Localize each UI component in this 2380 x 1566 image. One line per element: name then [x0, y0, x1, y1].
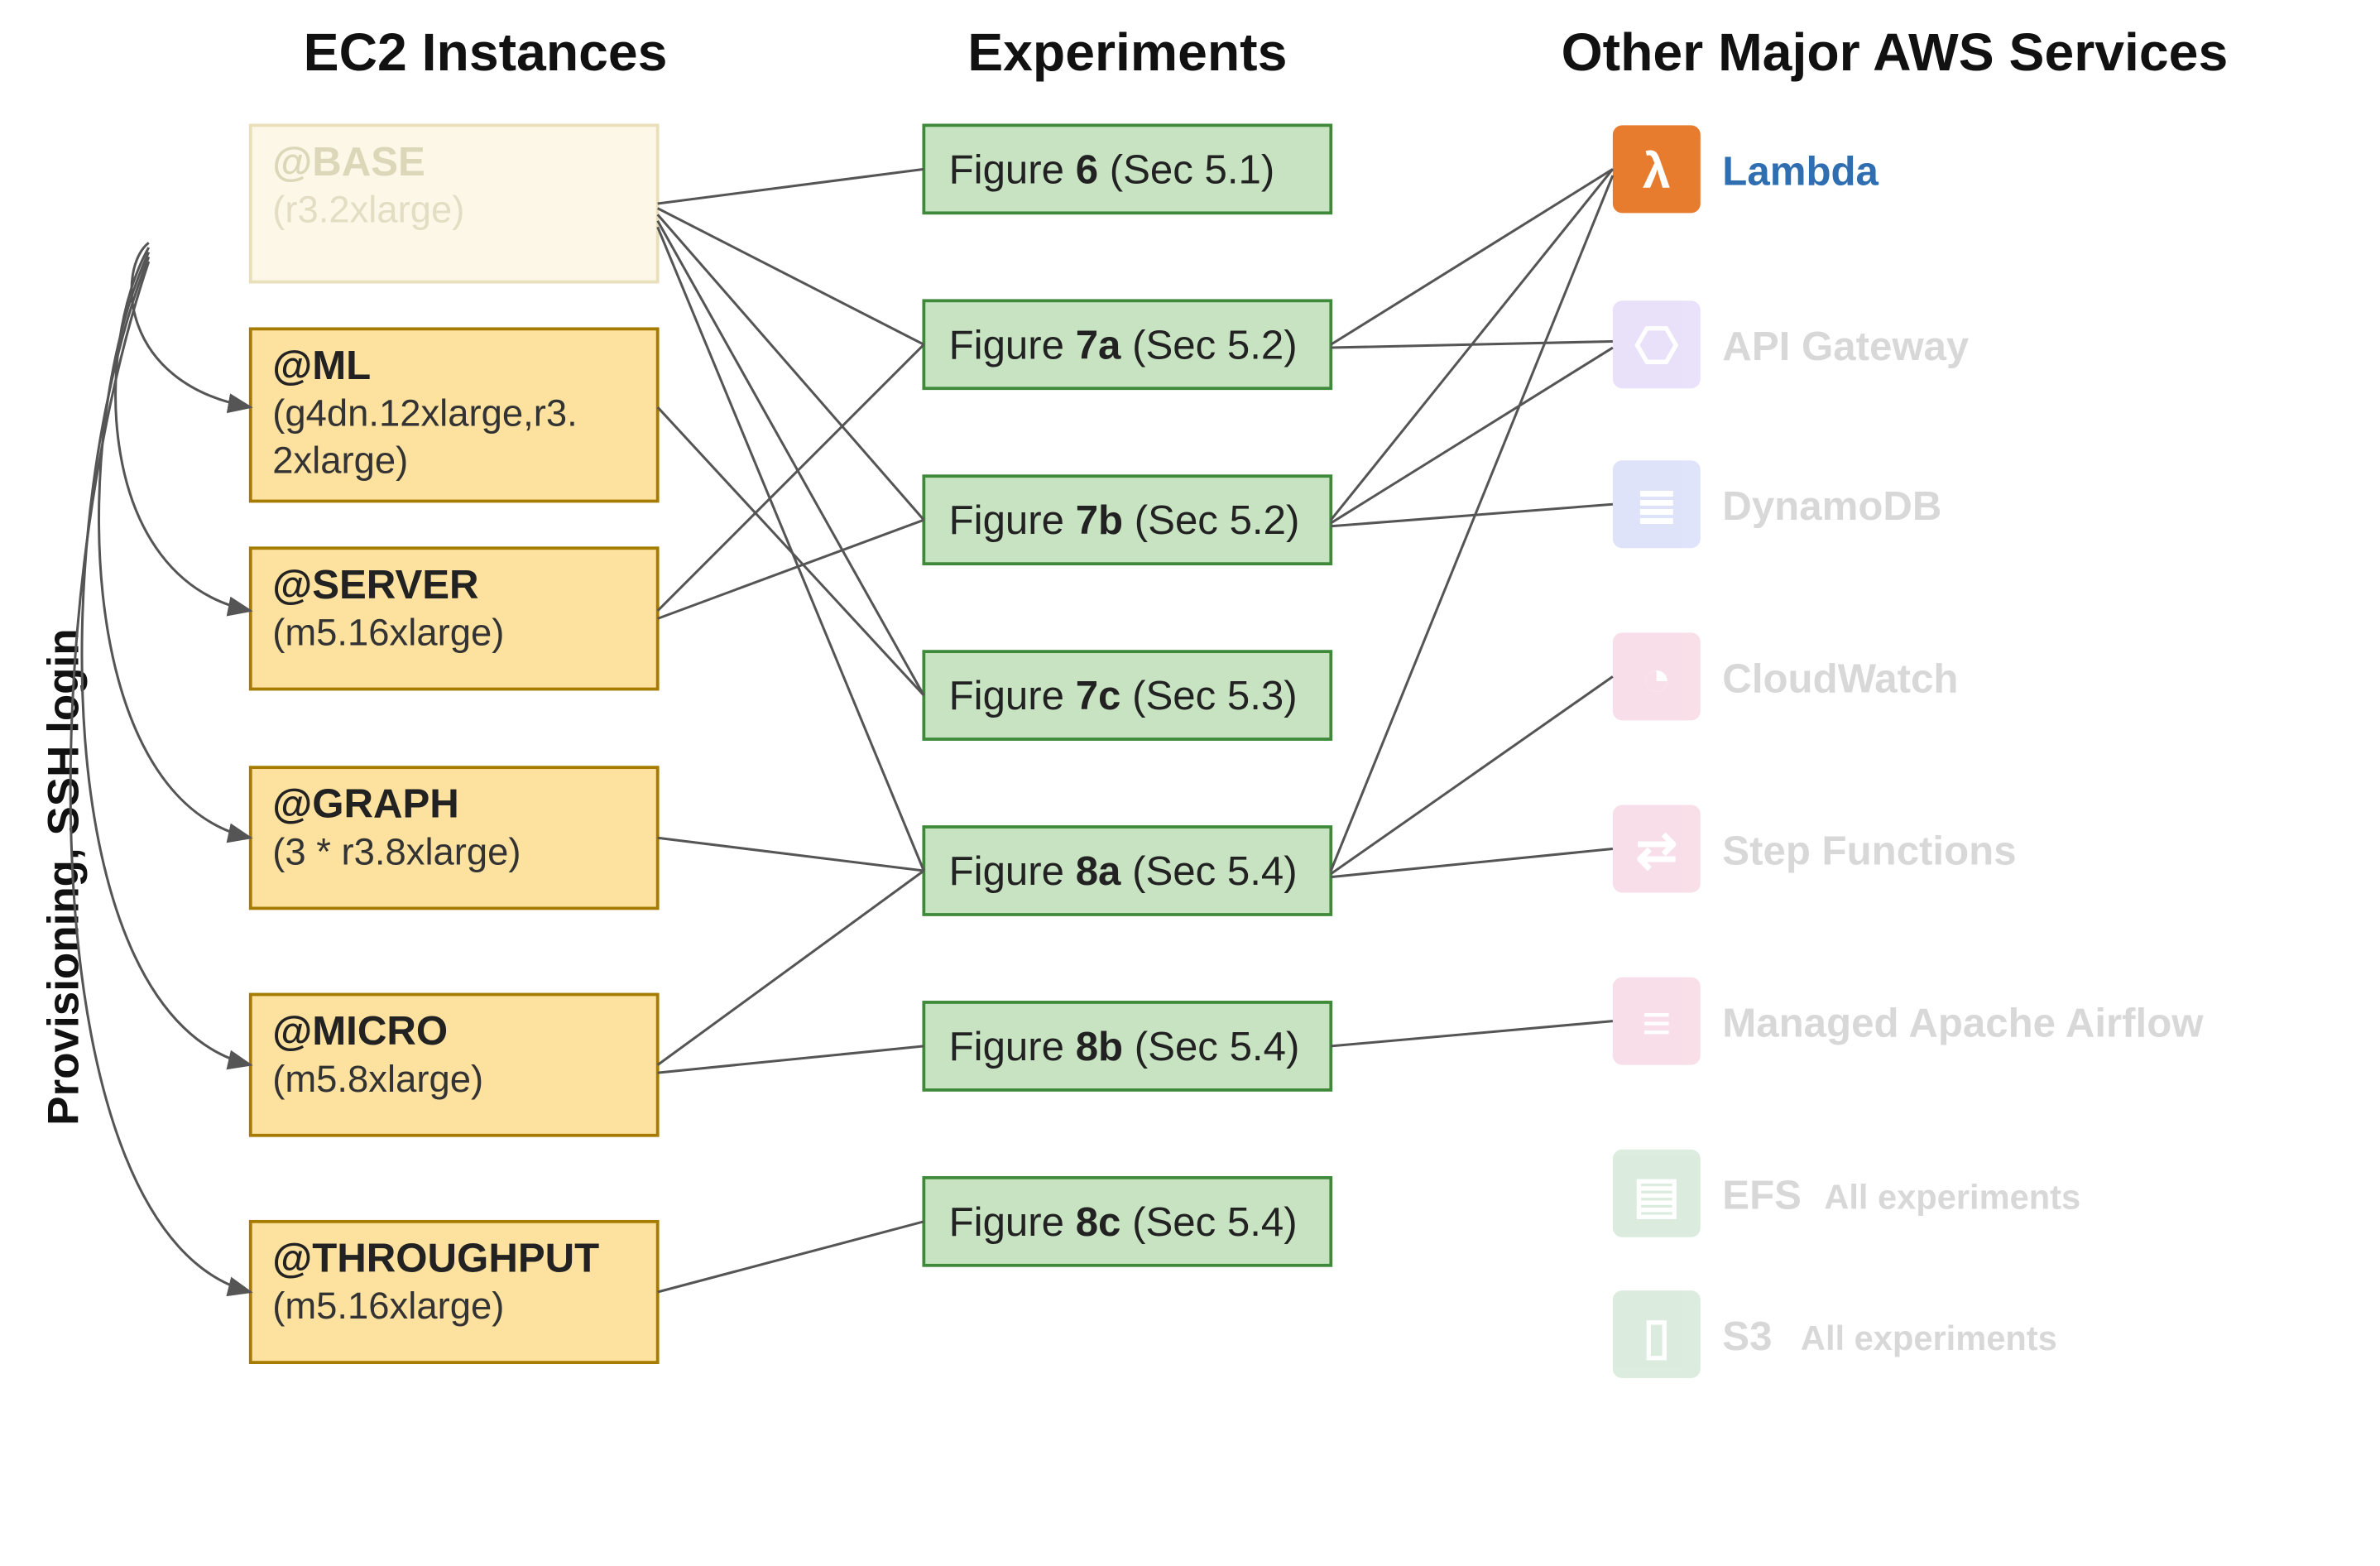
edge-server-fig7a	[658, 344, 924, 611]
instance-type: (3 * r3.8xlarge)	[272, 830, 521, 872]
experiment-label: Figure 7a (Sec 5.2)	[949, 322, 1298, 367]
instance-type: (g4dn.12xlarge,r3.	[272, 392, 578, 435]
instance-name: @SERVER	[272, 562, 478, 608]
aws-icon-efs-icon: ▤	[1613, 1150, 1701, 1237]
service-label: EFS	[1722, 1173, 1802, 1218]
aws-service-s3: ▯ S3 All experiments	[1613, 1290, 2057, 1378]
aws-icon-lambda-icon: λ	[1613, 125, 1701, 213]
ec2-instance-micro: @MICRO(m5.8xlarge)	[251, 994, 658, 1135]
edge-fig7b-apigw	[1331, 348, 1613, 523]
aws-service-dynamodb: ≣ DynamoDB	[1613, 460, 1942, 548]
edge-micro-fig8a	[658, 871, 924, 1065]
ec2-instance-throughput: @THROUGHPUT (m5.16xlarge)	[251, 1222, 658, 1362]
edge-fig8b-airflow	[1331, 1021, 1613, 1046]
service-label: S3	[1722, 1314, 1772, 1359]
instance-type-cont: 2xlarge)	[272, 439, 408, 481]
svg-text:⎔: ⎔	[1634, 318, 1679, 374]
experiment-fig6: Figure 6 (Sec 5.1)	[924, 125, 1331, 213]
edge-throughput-fig8c	[658, 1222, 924, 1292]
service-label: API Gateway	[1722, 324, 1970, 369]
service-label: Managed Apache Airflow	[1722, 1001, 2204, 1046]
instance-name: @THROUGHPUT	[272, 1235, 599, 1280]
ec2-instance-server: @SERVER(m5.16xlarge)	[251, 548, 658, 689]
service-label: Lambda	[1722, 148, 1879, 194]
side-label: Provisioning, SSH login	[40, 628, 89, 1125]
svg-text:λ: λ	[1643, 142, 1671, 199]
service-label: Step Functions	[1722, 828, 2016, 873]
aws-service-step-functions: ⇄ Step Functions	[1613, 805, 2017, 893]
svg-text:≣: ≣	[1635, 478, 1677, 534]
ec2-instance-ml: @ML(g4dn.12xlarge,r3.2xlarge)	[251, 329, 658, 501]
svg-text:▯: ▯	[1643, 1308, 1670, 1364]
experiment-fig8a: Figure 8a (Sec 5.4)	[924, 827, 1331, 915]
svg-text:▤: ▤	[1633, 1166, 1680, 1223]
edge-base-fig7c	[658, 221, 924, 695]
svg-text:⇄: ⇄	[1635, 822, 1677, 878]
col-title-experiments: Experiments	[967, 22, 1287, 82]
experiment-fig8c: Figure 8c (Sec 5.4)	[924, 1178, 1331, 1266]
ec2-instance-graph: @GRAPH(3 * r3.8xlarge)	[251, 767, 658, 908]
aws-icon-managed-apache-airflow-icon: ≡	[1613, 978, 1701, 1065]
instance-name: @MICRO	[272, 1008, 448, 1054]
edge-micro-fig8b	[658, 1046, 924, 1073]
services-column: λ Lambda ⎔ API Gateway ≣ DynamoDB ◔ CloudWatch ⇄…	[1613, 125, 2204, 1378]
experiment-fig7c: Figure 7c (Sec 5.3)	[924, 651, 1331, 739]
experiment-label: Figure 8a (Sec 5.4)	[949, 848, 1298, 894]
edge-base-fig7b	[658, 214, 924, 520]
experiment-label: Figure 7b (Sec 5.2)	[949, 497, 1300, 543]
experiment-fig7a: Figure 7a (Sec 5.2)	[924, 300, 1331, 388]
svg-text:≡: ≡	[1642, 994, 1671, 1050]
edge-fig8a-stepfn	[1331, 849, 1613, 877]
service-label: CloudWatch	[1722, 656, 1958, 701]
experiment-label: Figure 6 (Sec 5.1)	[949, 147, 1275, 192]
ec2-instance-base: @BASE(r3.2xlarge)	[251, 125, 658, 281]
experiment-label: Figure 7c (Sec 5.3)	[949, 673, 1298, 718]
service-note: All experiments	[1801, 1319, 2057, 1357]
instance-name: @ML	[272, 343, 371, 388]
edge-ml-fig7c	[658, 407, 924, 695]
edge-graph-fig8a	[658, 838, 924, 871]
edge-fig8a-cloudwatch	[1331, 676, 1613, 873]
instance-type: (m5.16xlarge)	[272, 1285, 504, 1327]
instance-type: (m5.16xlarge)	[272, 612, 504, 654]
aws-service-managed-apache-airflow: ≡ Managed Apache Airflow	[1613, 978, 2204, 1065]
aws-icon-s3-icon: ▯	[1613, 1290, 1701, 1378]
experiment-label: Figure 8b (Sec 5.4)	[949, 1024, 1300, 1069]
instance-type: (r3.2xlarge)	[272, 189, 464, 231]
aws-service-cloudwatch: ◔ CloudWatch	[1613, 632, 1959, 720]
svg-text:◔: ◔	[1642, 650, 1672, 706]
aws-service-lambda: λ Lambda	[1613, 125, 1879, 213]
experiment-fig8b: Figure 8b (Sec 5.4)	[924, 1002, 1331, 1090]
aws-service-api-gateway: ⎔ API Gateway	[1613, 300, 1970, 388]
experiment-label: Figure 8c (Sec 5.4)	[949, 1199, 1298, 1245]
instance-name: @GRAPH	[272, 781, 459, 827]
edge-fig7a-apigw	[1331, 341, 1613, 348]
aws-icon-api-gateway-icon: ⎔	[1613, 300, 1701, 388]
architecture-diagram: EC2 Instances Experiments Other Major AW…	[0, 0, 2380, 1566]
provisioning-arrows	[70, 243, 251, 1292]
experiments-column: Figure 6 (Sec 5.1) Figure 7a (Sec 5.2) Fig…	[924, 125, 1331, 1265]
aws-icon-step-functions-icon: ⇄	[1613, 805, 1701, 893]
col-title-services: Other Major AWS Services	[1562, 22, 2229, 82]
service-note: All experiments	[1824, 1178, 2080, 1217]
ec2-instances-column: @BASE(r3.2xlarge) @ML(g4dn.12xlarge,r3.2x…	[251, 125, 658, 1362]
instance-name: @BASE	[272, 139, 425, 185]
aws-icon-cloudwatch-icon: ◔	[1613, 632, 1701, 720]
aws-icon-dynamodb-icon: ≣	[1613, 460, 1701, 548]
edge-fig7a-lambda	[1331, 169, 1613, 344]
aws-service-efs: ▤ EFS All experiments	[1613, 1150, 2080, 1237]
service-label: DynamoDB	[1722, 483, 1941, 529]
edge-base-fig6	[658, 169, 924, 204]
experiment-fig7b: Figure 7b (Sec 5.2)	[924, 476, 1331, 564]
instance-type: (m5.8xlarge)	[272, 1058, 483, 1100]
col-title-ec2: EC2 Instances	[304, 22, 668, 82]
